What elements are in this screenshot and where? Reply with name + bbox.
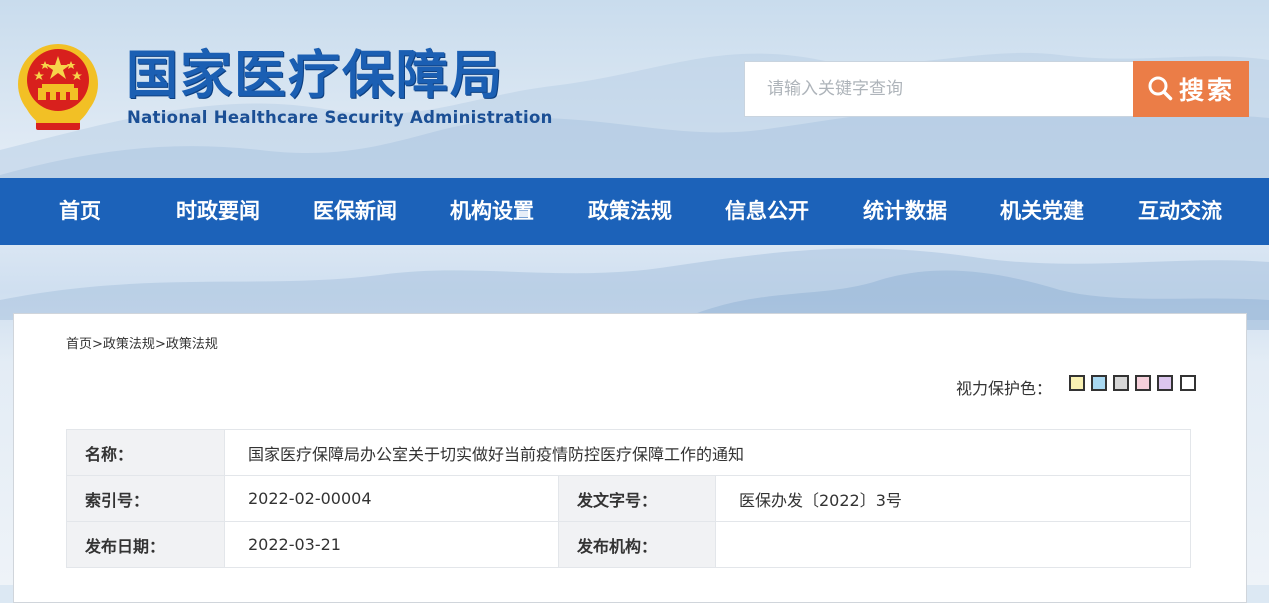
nav-item-news[interactable]: 医保新闻	[313, 178, 397, 245]
search-input[interactable]	[744, 61, 1133, 117]
eye-color-gray[interactable]	[1113, 375, 1129, 391]
site-title-en: National Healthcare Security Administrat…	[127, 108, 553, 127]
nav-item-politics[interactable]: 时政要闻	[176, 178, 260, 245]
site-title-cn: 国家医疗保障局	[126, 45, 505, 106]
index-label: 索引号：	[66, 475, 225, 522]
search-button[interactable]: 搜索	[1133, 61, 1249, 117]
nav-item-statistics[interactable]: 统计数据	[863, 178, 947, 245]
national-emblem-icon	[12, 38, 104, 134]
publish-date-value: 2022-03-21	[224, 521, 559, 568]
nav-item-disclosure[interactable]: 信息公开	[725, 178, 809, 245]
publish-date-label: 发布日期：	[66, 521, 225, 568]
eye-color-blue[interactable]	[1091, 375, 1107, 391]
name-value: 国家医疗保障局办公室关于切实做好当前疫情防控医疗保障工作的通知	[224, 429, 1191, 476]
name-label: 名称：	[66, 429, 225, 476]
breadcrumb-separator: >	[92, 337, 103, 352]
nav-item-party[interactable]: 机关党建	[1000, 178, 1084, 245]
doc-number-value: 医保办发〔2022〕3号	[715, 475, 1191, 522]
nav-item-home[interactable]: 首页	[59, 178, 101, 245]
eye-color-white[interactable]	[1180, 375, 1196, 391]
breadcrumb-home[interactable]: 首页	[66, 337, 92, 352]
table-row: 索引号： 2022-02-00004 发文字号： 医保办发〔2022〕3号	[66, 475, 1191, 522]
breadcrumb-policy[interactable]: 政策法规	[103, 337, 155, 352]
eye-protection-label: 视力保护色：	[956, 379, 1053, 398]
nav-item-interaction[interactable]: 互动交流	[1138, 178, 1222, 245]
nav-item-organization[interactable]: 机构设置	[450, 178, 534, 245]
document-info-table: 名称： 国家医疗保障局办公室关于切实做好当前疫情防控医疗保障工作的通知 索引号：…	[66, 429, 1191, 568]
nav-item-policy[interactable]: 政策法规	[588, 178, 672, 245]
table-row: 名称： 国家医疗保障局办公室关于切实做好当前疫情防控医疗保障工作的通知	[66, 429, 1191, 476]
eye-color-pink[interactable]	[1135, 375, 1151, 391]
issuer-value	[715, 521, 1191, 568]
search-button-label: 搜索	[1178, 77, 1235, 105]
index-value: 2022-02-00004	[224, 475, 559, 522]
breadcrumb-separator: >	[154, 337, 166, 352]
breadcrumb-policy-sub[interactable]: 政策法规	[166, 337, 218, 352]
content-panel: 首页>政策法规>政策法规 视力保护色： 名称： 国家医疗保障局办公室关于切实做好…	[13, 313, 1247, 603]
table-row: 发布日期： 2022-03-21 发布机构：	[66, 521, 1191, 568]
search-icon	[1147, 75, 1173, 104]
issuer-label: 发布机构：	[558, 521, 716, 568]
eye-color-purple[interactable]	[1157, 375, 1173, 391]
doc-number-label: 发文字号：	[558, 475, 716, 522]
breadcrumb: 首页>政策法规>政策法规	[66, 333, 218, 352]
eye-color-yellow[interactable]	[1069, 375, 1085, 391]
main-nav: 首页 时政要闻 医保新闻 机构设置 政策法规 信息公开 统计数据 机关党建 互动…	[0, 178, 1269, 245]
